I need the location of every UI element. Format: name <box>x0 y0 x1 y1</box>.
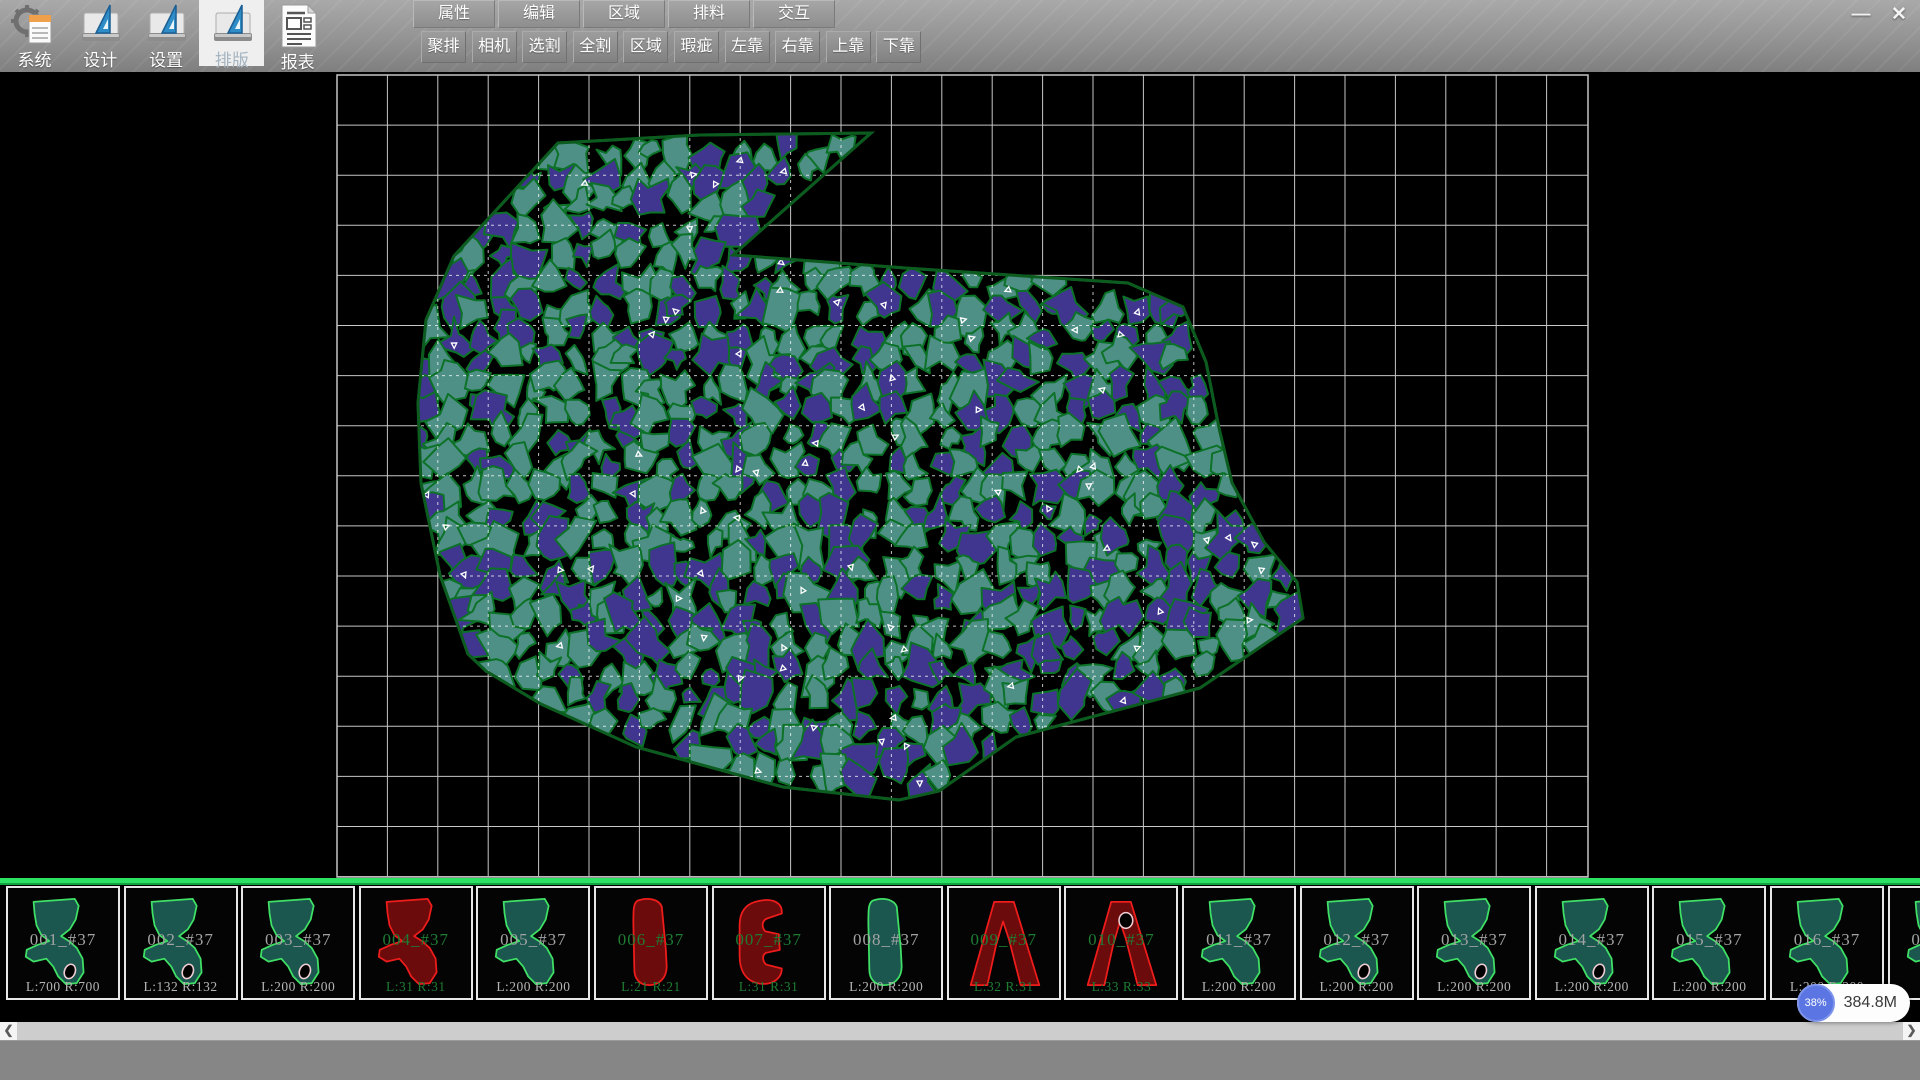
report-doc-icon <box>265 0 330 54</box>
piece-lr-count: L:200 R:200 <box>243 979 353 995</box>
piece-id-label: 017_#37 <box>1890 930 1920 950</box>
piece-id-label: 001_#37 <box>8 930 118 950</box>
piece-lr-count: L:200 R:200 <box>478 979 588 995</box>
piece-id-label: 009_#37 <box>949 930 1059 950</box>
nav-label: 设计 <box>68 52 133 69</box>
nav-tile-nesting-ruler[interactable]: 排版 <box>199 0 264 66</box>
piece-lr-count: L:132 R:132 <box>126 979 236 995</box>
piece-id-label: 005_#37 <box>478 930 588 950</box>
application-window: 系统设计设置排版报表 属性编辑区域排料交互 聚排相机选割全割区域瑕疵左靠右靠上靠… <box>0 0 1920 1080</box>
thumbnail-cell-006_#37[interactable]: 006_#37 L:21 R:21 <box>594 886 708 1000</box>
nav-tile-design-ruler[interactable]: 设计 <box>68 0 133 66</box>
piece-lr-count: L:200 R:200 <box>1302 979 1412 995</box>
menu-item-5[interactable]: 交互 <box>753 0 835 28</box>
thumbnail-cell-017_#37[interactable]: 017_#37L: <box>1888 886 1920 1000</box>
design-ruler-icon <box>68 0 133 52</box>
nav-tile-system-gear[interactable]: 系统 <box>2 0 67 66</box>
piece-thumbnail-strip: 001_#37 L:700 R:700 002_#37 L:132 R:132 003_… <box>0 886 1920 1002</box>
thumbnail-cell-010_#37[interactable]: 010_#37 L:33 R:33 <box>1064 886 1178 1000</box>
thumbnail-cell-005_#37[interactable]: 005_#37 L:200 R:200 <box>476 886 590 1000</box>
piece-lr-count: L:32 R:31 <box>949 979 1059 995</box>
menu-item-2[interactable]: 编辑 <box>498 0 580 28</box>
piece-lr-count: L:21 R:21 <box>596 979 706 995</box>
top-toolbar: 系统设计设置排版报表 属性编辑区域排料交互 聚排相机选割全割区域瑕疵左靠右靠上靠… <box>0 0 1920 72</box>
minimize-button[interactable]: — <box>1844 2 1878 28</box>
menu-item-4[interactable]: 排料 <box>668 0 750 28</box>
piece-lr-count: L:200 R:200 <box>1419 979 1529 995</box>
piece-id-label: 016_#37 <box>1772 930 1882 950</box>
nav-label: 设置 <box>134 52 199 69</box>
nav-tile-settings-ruler[interactable]: 设置 <box>134 0 199 66</box>
piece-lr-count: L:31 R:31 <box>361 979 471 995</box>
piece-id-label: 010_#37 <box>1066 930 1176 950</box>
tool-button-8[interactable]: 右靠 <box>775 31 820 63</box>
piece-id-label: 002_#37 <box>126 930 236 950</box>
tool-button-10[interactable]: 下靠 <box>876 31 921 63</box>
piece-lr-count: L:200 R:200 <box>1654 979 1764 995</box>
piece-id-label: 004_#37 <box>361 930 471 950</box>
thumbnail-cell-012_#37[interactable]: 012_#37 L:200 R:200 <box>1300 886 1414 1000</box>
piece-id-label: 006_#37 <box>596 930 706 950</box>
thumbnail-cell-013_#37[interactable]: 013_#37 L:200 R:200 <box>1417 886 1531 1000</box>
nesting-ruler-icon <box>199 0 264 52</box>
thumbnail-cell-003_#37[interactable]: 003_#37 L:200 R:200 <box>241 886 355 1000</box>
tool-button-5[interactable]: 区域 <box>623 31 668 63</box>
piece-lr-count: L:200 R:200 <box>831 979 941 995</box>
piece-id-label: 013_#37 <box>1419 930 1529 950</box>
nav-label: 系统 <box>2 52 67 69</box>
thumbnail-cell-007_#37[interactable]: 007_#37 L:31 R:31 <box>712 886 826 1000</box>
tool-button-4[interactable]: 全割 <box>573 31 618 63</box>
thumbnail-cell-014_#37[interactable]: 014_#37 L:200 R:200 <box>1535 886 1649 1000</box>
scroll-right-icon[interactable]: ❯ <box>1903 1022 1920 1040</box>
status-bar <box>0 1040 1920 1080</box>
tool-button-1[interactable]: 聚排 <box>421 31 466 63</box>
scroll-left-icon[interactable]: ❮ <box>0 1022 17 1040</box>
piece-id-label: 012_#37 <box>1302 930 1412 950</box>
nav-label: 报表 <box>265 54 330 71</box>
nesting-canvas[interactable] <box>0 72 1920 878</box>
piece-id-label: 011_#37 <box>1184 930 1294 950</box>
thumbnail-cell-008_#37[interactable]: 008_#37 L:200 R:200 <box>829 886 943 1000</box>
piece-lr-count: L:700 R:700 <box>8 979 118 995</box>
piece-id-label: 008_#37 <box>831 930 941 950</box>
thumbnail-cell-016_#37[interactable]: 016_#37L:200 R:200 <box>1770 886 1884 1000</box>
menu-item-1[interactable]: 属性 <box>413 0 495 28</box>
thumbnail-cell-011_#37[interactable]: 011_#37 L:200 R:200 <box>1182 886 1296 1000</box>
piece-lr-count: L:200 R:200 <box>1537 979 1647 995</box>
menu-item-3[interactable]: 区域 <box>583 0 665 28</box>
thumbnail-cell-004_#37[interactable]: 004_#37 L:31 R:31 <box>359 886 473 1000</box>
piece-id-label: 015_#37 <box>1654 930 1764 950</box>
thumbnail-cell-001_#37[interactable]: 001_#37 L:700 R:700 <box>6 886 120 1000</box>
nesting-layout-view <box>0 72 1920 878</box>
piece-lr-count: L:200 R:200 <box>1184 979 1294 995</box>
system-gear-icon <box>2 0 67 52</box>
thumbnail-cell-002_#37[interactable]: 002_#37 L:132 R:132 <box>124 886 238 1000</box>
close-button[interactable]: ✕ <box>1882 2 1916 28</box>
piece-lr-count: L:31 R:31 <box>714 979 824 995</box>
memory-value: 384.8M <box>1844 994 1897 1012</box>
percent-indicator: 38% <box>1797 984 1835 1022</box>
tool-button-7[interactable]: 左靠 <box>725 31 770 63</box>
thumbnail-cell-009_#37[interactable]: 009_#37 L:32 R:31 <box>947 886 1061 1000</box>
piece-id-label: 014_#37 <box>1537 930 1647 950</box>
thumbnail-cell-015_#37[interactable]: 015_#37 L:200 R:200 <box>1652 886 1766 1000</box>
tool-button-3[interactable]: 选割 <box>522 31 567 63</box>
tool-button-9[interactable]: 上靠 <box>826 31 871 63</box>
memory-usage-badge[interactable]: 38% 384.8M <box>1797 984 1910 1022</box>
horizontal-scrollbar[interactable]: ❮ ❯ <box>0 1022 1920 1040</box>
strip-separator <box>0 878 1920 886</box>
settings-ruler-icon <box>134 0 199 52</box>
nav-tile-report-doc[interactable]: 报表 <box>265 0 330 66</box>
piece-id-label: 003_#37 <box>243 930 353 950</box>
piece-lr-count: L:33 R:33 <box>1066 979 1176 995</box>
tool-button-6[interactable]: 瑕疵 <box>674 31 719 63</box>
piece-id-label: 007_#37 <box>714 930 824 950</box>
nav-label: 排版 <box>199 52 264 69</box>
tool-button-2[interactable]: 相机 <box>472 31 517 63</box>
